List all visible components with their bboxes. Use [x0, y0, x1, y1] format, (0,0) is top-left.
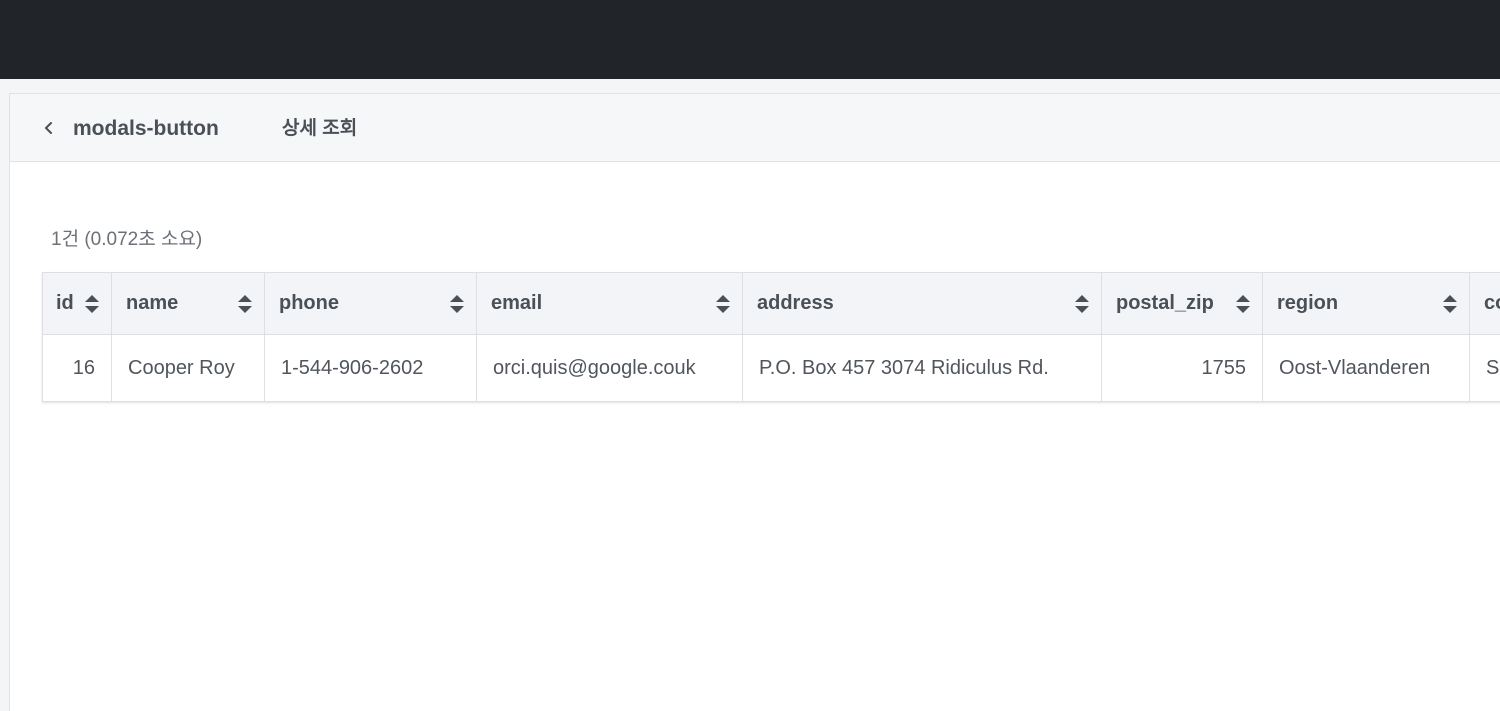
column-header-name[interactable]: name — [111, 272, 265, 335]
column-header-label: postal_zip — [1116, 292, 1214, 315]
page-title: modals-button — [73, 117, 219, 140]
column-header-postal-zip[interactable]: postal_zip — [1101, 272, 1263, 335]
cell-postal-zip: 1755 — [1101, 334, 1263, 402]
column-header-id[interactable]: id — [42, 272, 112, 335]
cell-region: Oost-Vlaanderen — [1262, 334, 1470, 402]
column-header-address[interactable]: address — [742, 272, 1102, 335]
chevron-left-icon — [38, 116, 60, 140]
cell-name: Cooper Roy — [111, 334, 265, 402]
column-header-region[interactable]: region — [1262, 272, 1470, 335]
cell-phone: 1-544-906-2602 — [264, 334, 477, 402]
back-button[interactable] — [38, 116, 60, 140]
cell-email: orci.quis@google.couk — [476, 334, 743, 402]
results-table-container: id name phone email address postal_zip r… — [42, 272, 1500, 402]
top-bar — [0, 0, 1500, 79]
results-table: id name phone email address postal_zip r… — [42, 272, 1500, 402]
panel-header: modals-button 상세 조회 — [10, 94, 1500, 162]
cell-id: 16 — [42, 334, 112, 402]
cell-country: S — [1469, 334, 1500, 402]
sort-icon[interactable] — [1441, 293, 1459, 315]
column-header-label: phone — [279, 292, 339, 315]
sort-icon[interactable] — [714, 293, 732, 315]
sort-icon[interactable] — [236, 293, 254, 315]
column-header-email[interactable]: email — [476, 272, 743, 335]
detail-panel: modals-button 상세 조회 1건 (0.072초 소요) id na… — [9, 93, 1500, 711]
column-header-label: region — [1277, 292, 1339, 315]
column-header-label: email — [491, 292, 543, 315]
sort-icon[interactable] — [1234, 293, 1252, 315]
sort-icon[interactable] — [1073, 293, 1091, 315]
column-header-country[interactable]: co — [1469, 272, 1500, 335]
column-header-label: id — [56, 292, 74, 315]
result-summary: 1건 (0.072초 소요) — [51, 229, 203, 250]
sort-icon[interactable] — [448, 293, 466, 315]
column-header-label: co — [1484, 292, 1500, 315]
column-header-label: name — [126, 292, 179, 315]
cell-address: P.O. Box 457 3074 Ridiculus Rd. — [742, 334, 1102, 402]
sort-icon[interactable] — [83, 293, 101, 315]
table-header-row: id name phone email address postal_zip r… — [42, 272, 1500, 335]
page-subtitle: 상세 조회 — [282, 118, 358, 139]
table-row[interactable]: 16 Cooper Roy 1-544-906-2602 orci.quis@g… — [42, 334, 1500, 402]
column-header-label: address — [757, 292, 834, 315]
column-header-phone[interactable]: phone — [264, 272, 477, 335]
